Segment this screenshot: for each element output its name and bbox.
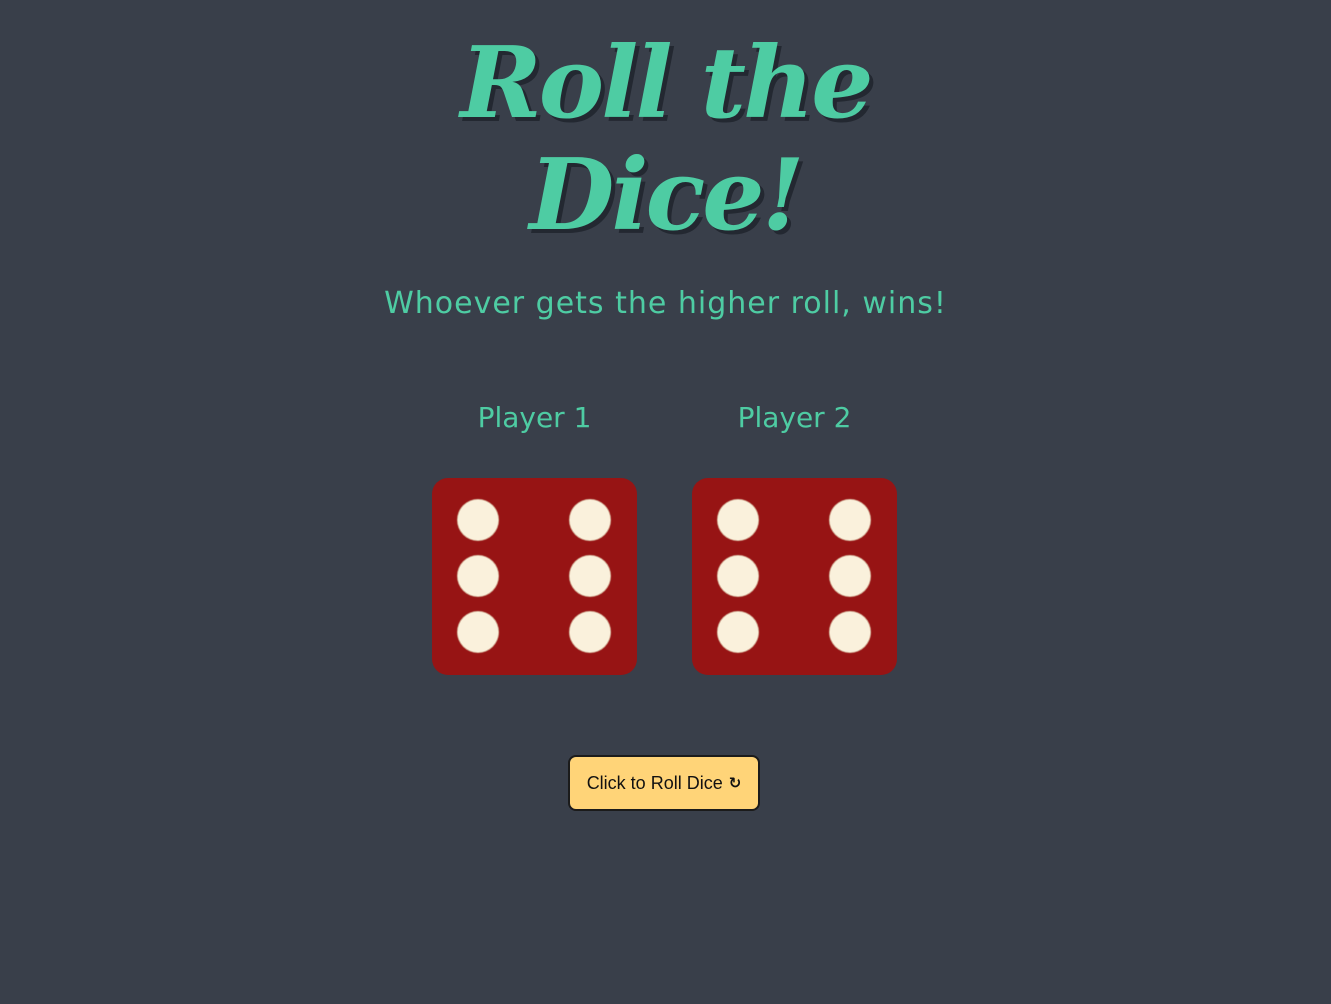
page-title: Roll the Dice! (0, 28, 1331, 252)
die-pip (458, 612, 498, 652)
die-pip (570, 612, 610, 652)
player-2-die (692, 478, 897, 675)
die-pip (830, 556, 870, 596)
player-1-die (432, 478, 637, 675)
die-pip (830, 500, 870, 540)
title-line-1: Roll the (460, 26, 873, 141)
player-2-label: Player 2 (737, 401, 852, 434)
subtitle: Whoever gets the higher roll, wins! (384, 286, 947, 321)
title-line-2: Dice! (529, 138, 804, 253)
refresh-icon: ↻ (728, 774, 742, 792)
roll-dice-button[interactable]: Click to Roll Dice ↻ (568, 755, 760, 811)
die-pip (458, 556, 498, 596)
die-pip (718, 556, 758, 596)
die-pip (570, 556, 610, 596)
die-pip (458, 500, 498, 540)
player-1-label: Player 1 (477, 401, 592, 434)
roll-dice-button-label: Click to Roll Dice (586, 772, 723, 793)
die-pip (570, 500, 610, 540)
die-pip (718, 500, 758, 540)
die-pip (830, 612, 870, 652)
die-pip (718, 612, 758, 652)
